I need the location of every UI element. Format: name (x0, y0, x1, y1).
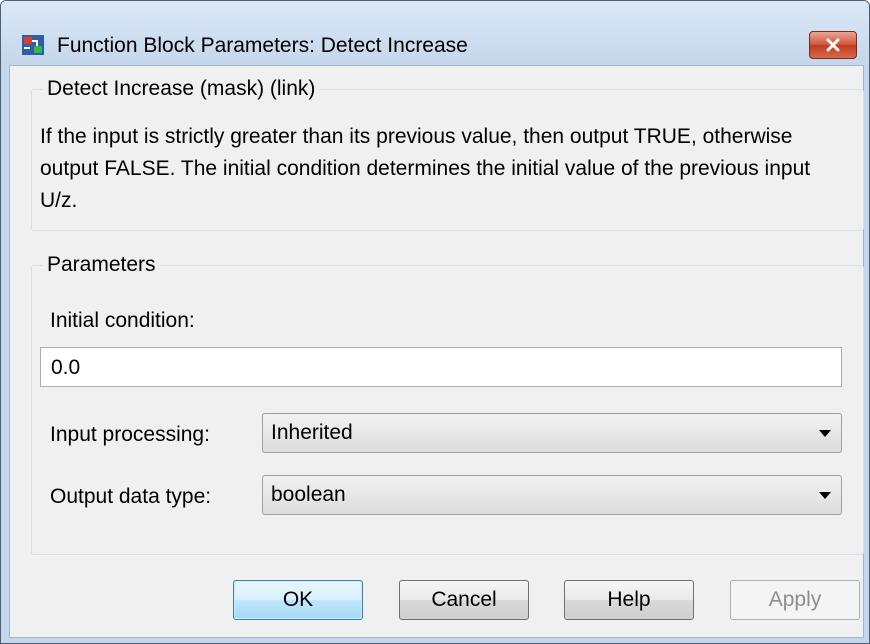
input-processing-value: Inherited (271, 421, 353, 444)
input-processing-select[interactable]: Inherited (262, 413, 842, 453)
simulink-block-icon (22, 35, 44, 55)
ok-button[interactable]: OK (233, 580, 363, 620)
initial-condition-label: Initial condition: (50, 309, 195, 332)
input-processing-label: Input processing: (50, 423, 210, 446)
cancel-button[interactable]: Cancel (399, 580, 529, 620)
close-icon (826, 38, 840, 52)
initial-condition-input[interactable]: 0.0 (40, 347, 842, 387)
parameters-group-title: Parameters (43, 253, 160, 277)
close-button[interactable] (809, 31, 857, 59)
title-bar[interactable]: Function Block Parameters: Detect Increa… (1, 1, 869, 65)
description-group-title: Detect Increase (mask) (link) (43, 77, 320, 101)
chevron-down-icon (819, 492, 831, 499)
block-description: If the input is strictly greater than it… (40, 125, 811, 212)
window-title: Function Block Parameters: Detect Increa… (57, 34, 468, 57)
output-data-type-select[interactable]: boolean (262, 475, 842, 515)
output-data-type-label: Output data type: (50, 485, 212, 508)
dialog-window: Function Block Parameters: Detect Increa… (0, 0, 870, 644)
apply-button[interactable]: Apply (730, 580, 860, 620)
help-button[interactable]: Help (564, 580, 694, 620)
output-data-type-value: boolean (271, 483, 346, 506)
chevron-down-icon (819, 430, 831, 437)
